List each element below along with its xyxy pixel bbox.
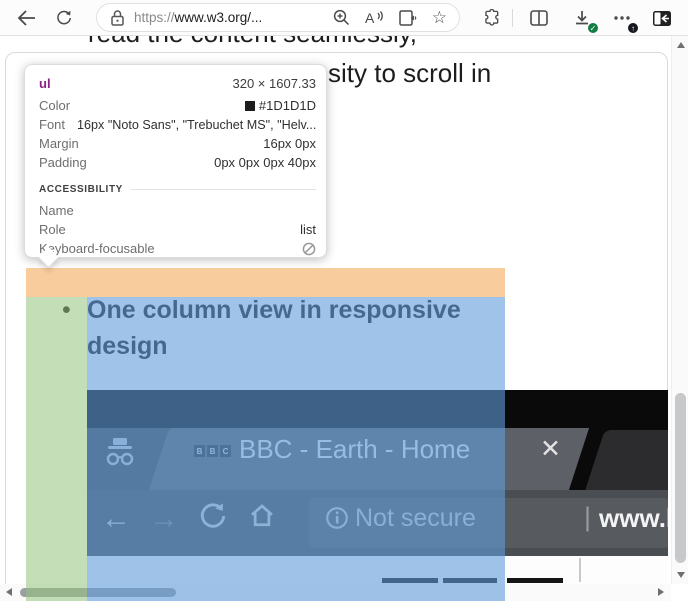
back-button[interactable] bbox=[14, 6, 38, 30]
horizontal-scrollbar-thumb[interactable] bbox=[20, 588, 176, 597]
address-bar[interactable]: https://www.w3.org/... A ☆ bbox=[96, 3, 460, 32]
bbc-home-icon bbox=[247, 501, 277, 531]
embedded-bbc-screenshot-image: BBC BBC - Earth - Home ✕ ← → Not secure … bbox=[87, 390, 668, 584]
bbc-tab-title: BBC - Earth - Home bbox=[239, 434, 470, 465]
tooltip-color-value: #1D1D1D bbox=[259, 98, 316, 113]
tooltip-element-tag: ul bbox=[39, 76, 51, 91]
bbc-forward-icon: → bbox=[149, 502, 179, 536]
color-swatch bbox=[245, 101, 255, 111]
list-bullet: • bbox=[62, 296, 71, 325]
bbc-dash bbox=[443, 578, 497, 583]
accessibility-name-label: Name bbox=[39, 203, 74, 218]
browser-toolbar: https://www.w3.org/... A ☆ ✓ bbox=[0, 0, 688, 36]
tooltip-font-value: 16px "Noto Sans", "Trebuchet MS", "Helv.… bbox=[77, 118, 316, 132]
bbc-info-icon bbox=[324, 505, 350, 531]
bbc-refresh-icon bbox=[197, 500, 229, 532]
incognito-icon bbox=[103, 436, 137, 470]
list-item-heading: One column view in responsive design bbox=[87, 292, 469, 364]
tooltip-dimensions: 320 × 1607.33 bbox=[233, 76, 317, 91]
bbc-dash bbox=[507, 578, 563, 583]
tooltip-font-label: Font bbox=[39, 117, 65, 132]
immersive-reader-icon[interactable] bbox=[399, 10, 417, 26]
url-text[interactable]: https://www.w3.org/... bbox=[134, 10, 262, 25]
svg-text:A: A bbox=[365, 10, 375, 26]
bbc-url-text: www.bl bbox=[599, 503, 668, 534]
split-screen-icon[interactable] bbox=[527, 6, 551, 30]
bbc-tab-close-icon: ✕ bbox=[540, 434, 561, 464]
tooltip-color-label: Color bbox=[39, 98, 70, 113]
download-complete-badge: ✓ bbox=[587, 22, 599, 34]
scroll-down-arrow[interactable] bbox=[677, 572, 685, 578]
vertical-scrollbar[interactable] bbox=[671, 36, 688, 584]
page-text-line2-fragment: sity to scroll in bbox=[328, 58, 491, 89]
more-menu-icon[interactable]: ↑ bbox=[610, 6, 634, 30]
tooltip-padding-value: 0px 0px 0px 40px bbox=[214, 155, 316, 170]
zoom-in-icon[interactable] bbox=[333, 9, 350, 26]
vertical-scrollbar-thumb[interactable] bbox=[675, 393, 686, 563]
bbc-toolbar: ← → Not secure | www.bl bbox=[87, 490, 668, 556]
bbc-page-top bbox=[87, 556, 668, 584]
tooltip-margin-label: Margin bbox=[39, 136, 79, 151]
scroll-up-arrow[interactable] bbox=[677, 42, 685, 48]
update-available-badge: ↑ bbox=[627, 22, 639, 34]
not-focusable-icon bbox=[302, 242, 316, 256]
scroll-left-arrow[interactable] bbox=[6, 588, 12, 596]
bbc-back-icon: ← bbox=[101, 502, 131, 536]
accessibility-role-label: Role bbox=[39, 222, 66, 237]
favorites-star-icon[interactable]: ☆ bbox=[432, 10, 447, 26]
accessibility-section-header: ACCESSIBILITY bbox=[39, 182, 316, 197]
extensions-icon[interactable] bbox=[479, 6, 503, 30]
lock-icon[interactable] bbox=[111, 10, 124, 26]
accessibility-role-value: list bbox=[300, 222, 316, 237]
browser-window: read the content seamlessly, sity to scr… bbox=[0, 0, 688, 601]
bbc-security-label: Not secure bbox=[355, 504, 476, 533]
horizontal-scrollbar[interactable] bbox=[0, 584, 671, 601]
sidebar-toggle-icon[interactable] bbox=[650, 6, 674, 30]
bbc-content-divider bbox=[579, 558, 581, 582]
tooltip-padding-label: Padding bbox=[39, 155, 87, 170]
bbc-url-divider: | bbox=[584, 502, 591, 533]
downloads-icon[interactable]: ✓ bbox=[570, 6, 594, 30]
devtools-inspect-tooltip: ul 320 × 1607.33 Color #1D1D1D Font 16px… bbox=[24, 64, 327, 258]
refresh-button[interactable] bbox=[52, 6, 76, 30]
bbc-next-tab bbox=[585, 430, 668, 490]
tooltip-margin-value: 16px 0px bbox=[263, 136, 316, 151]
bbc-logo: BBC bbox=[194, 445, 231, 457]
scroll-right-arrow[interactable] bbox=[658, 588, 664, 596]
toolbar-divider bbox=[512, 9, 513, 27]
bbc-dash bbox=[382, 578, 438, 583]
read-aloud-icon[interactable]: A bbox=[365, 10, 384, 26]
